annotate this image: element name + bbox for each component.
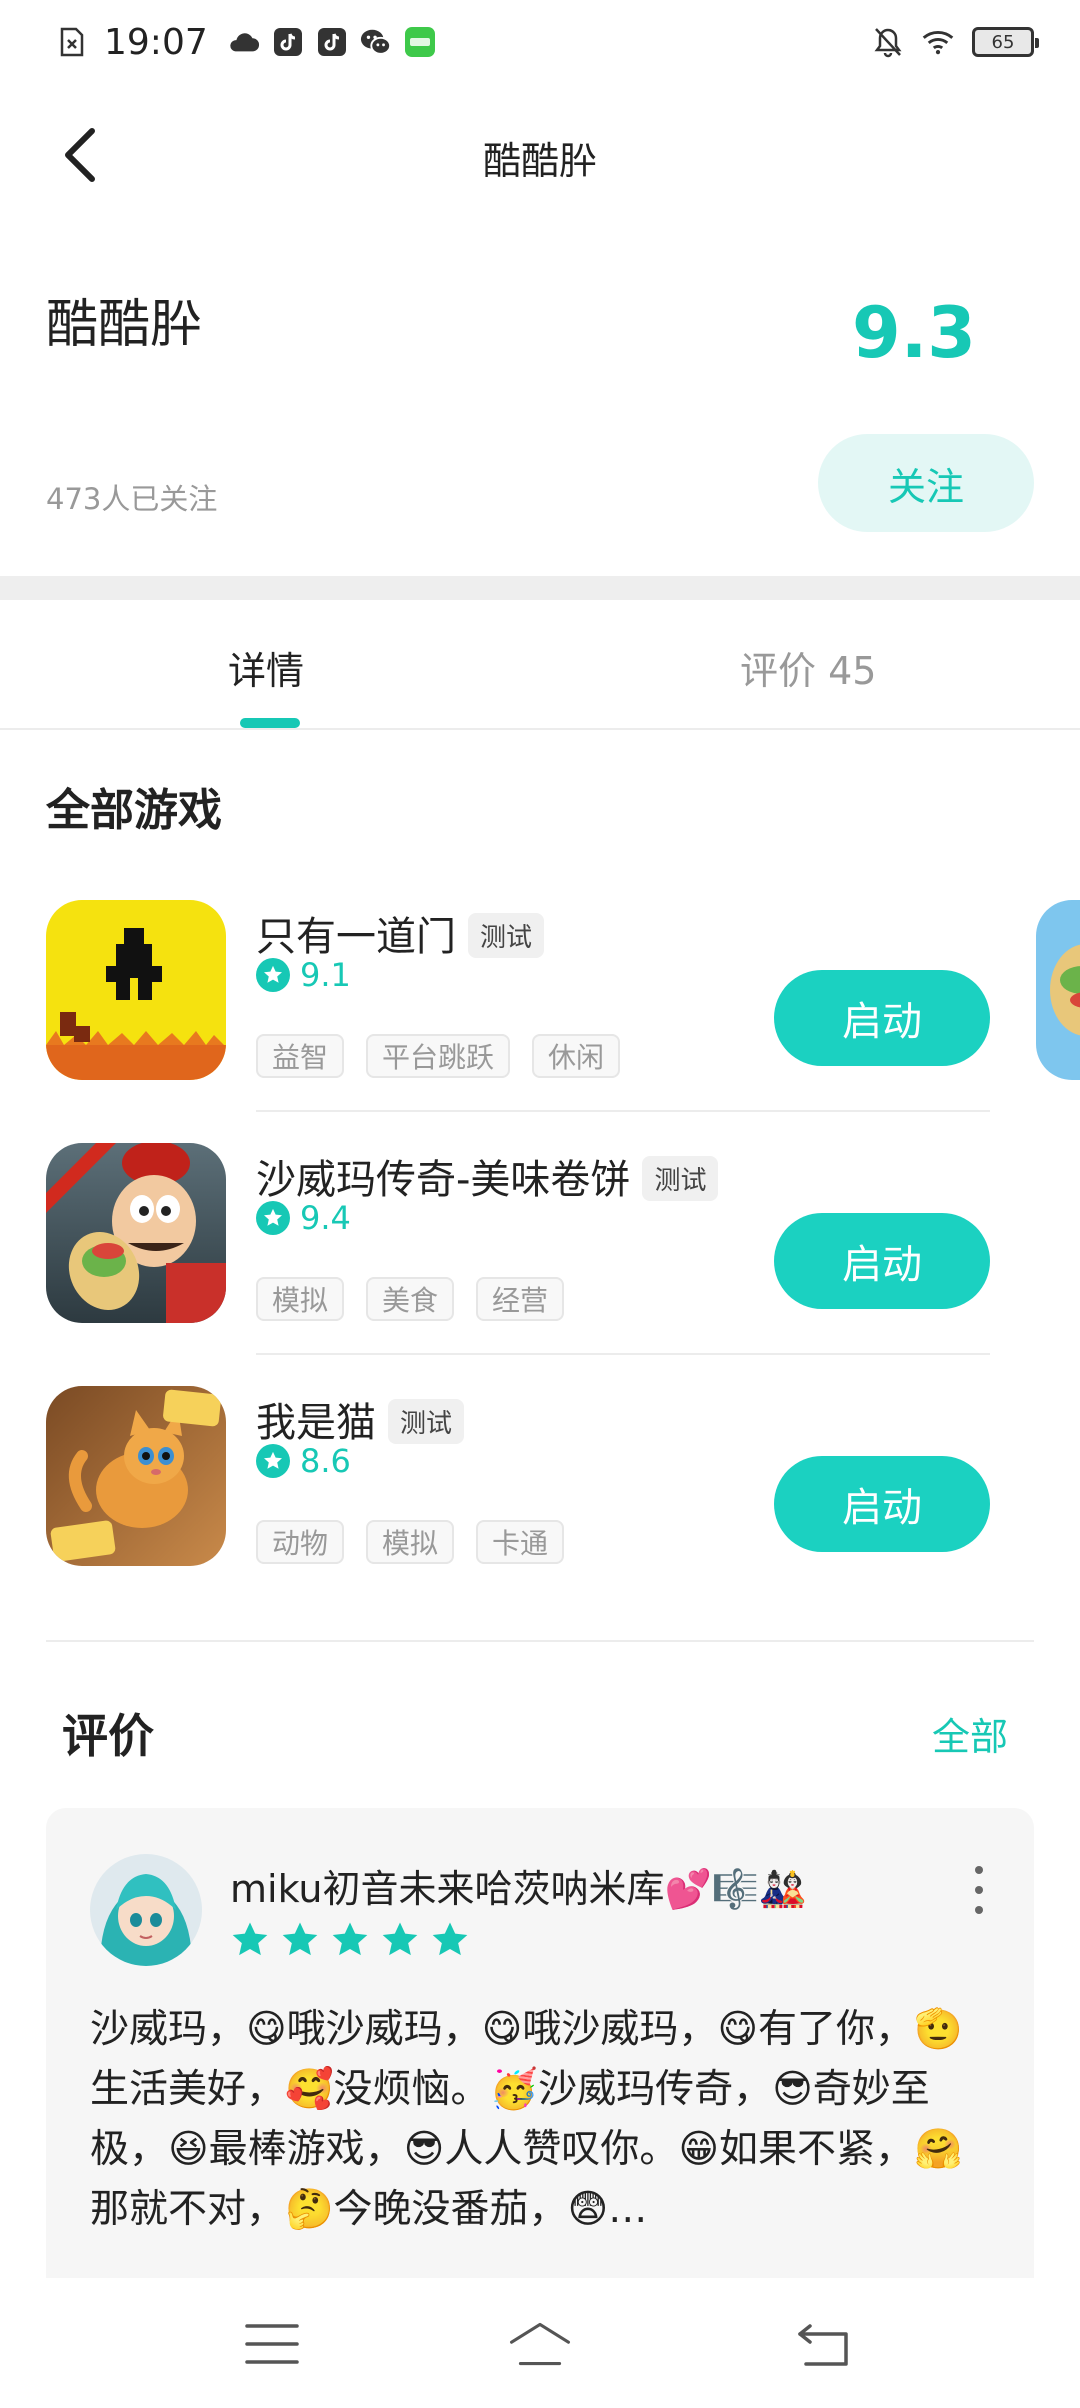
test-badge: 测试: [468, 912, 545, 958]
tab-review-label: 评价: [740, 649, 817, 693]
tab-review[interactable]: 评价 45: [740, 640, 876, 695]
game-name[interactable]: 只有一道门 测试: [256, 904, 545, 962]
row-divider: [256, 1110, 990, 1112]
return-icon: [798, 2324, 848, 2366]
topic-header: 酷酷肸 9.3 473人已关注 关注: [0, 240, 1080, 576]
rating-value: 9.1: [300, 956, 351, 994]
star-icon: [256, 1444, 290, 1478]
menu-button[interactable]: [240, 2312, 304, 2376]
star-icon: [432, 1922, 468, 1956]
game-tag[interactable]: 动物: [256, 1520, 345, 1564]
star-icon: [256, 958, 290, 992]
tiktok-icon: [272, 26, 304, 58]
app-icon: [404, 26, 436, 58]
game-tag[interactable]: 美食: [366, 1277, 455, 1321]
game-tags: 益智 平台跳跃 休闲: [256, 1034, 621, 1078]
game-tags: 动物 模拟 卡通: [256, 1520, 565, 1564]
tab-review-count: 45: [828, 649, 877, 693]
launch-button[interactable]: 启动: [774, 970, 990, 1066]
game-item[interactable]: 沙威玛传奇-美味卷饼 测试 9.4 模拟 美食 经营 启动: [0, 1143, 1080, 1386]
game-tag[interactable]: 休闲: [532, 1034, 621, 1078]
rating-value: 9.4: [300, 1199, 351, 1237]
tab-indicator: [240, 718, 300, 728]
wechat-icon: [360, 26, 392, 58]
tab-detail[interactable]: 详情: [228, 640, 304, 695]
launch-button[interactable]: 启动: [774, 1213, 990, 1309]
game-name-text: 沙威玛传奇-美味卷饼: [256, 1157, 631, 1203]
topic-title: 酷酷肸: [46, 295, 203, 355]
row-divider: [256, 1353, 990, 1355]
followers-count: 473人已关注: [46, 482, 218, 516]
game-name[interactable]: 沙威玛传奇-美味卷饼 测试: [256, 1147, 719, 1205]
review-card[interactable]: miku初音未来哈茨呐米库💕🎼🎎 沙威玛，😋哦沙威玛，😋哦沙威玛，😋有了你，🫡生…: [46, 1808, 1034, 2278]
status-right: 65: [872, 26, 1039, 58]
game-tag[interactable]: 益智: [256, 1034, 345, 1078]
follow-button[interactable]: 关注: [818, 434, 1034, 532]
avatar[interactable]: [90, 1854, 202, 1966]
system-nav-bar: [0, 2278, 1080, 2408]
launch-button[interactable]: 启动: [774, 1456, 990, 1552]
battery-level: 65: [991, 31, 1015, 53]
cloud-icon: [228, 26, 260, 58]
star-icon: [232, 1922, 268, 1956]
tiktok-icon: [316, 26, 348, 58]
star-icon: [282, 1922, 318, 1956]
section-divider: [46, 1640, 1034, 1642]
star-icon: [382, 1922, 418, 1956]
game-rating: 9.1: [256, 956, 351, 994]
game-icon-shawarma[interactable]: [46, 1143, 226, 1323]
next-game-icon[interactable]: [1036, 900, 1080, 1080]
section-divider: [0, 576, 1080, 600]
test-badge: 测试: [388, 1398, 465, 1444]
reviews-all-link[interactable]: 全部: [932, 1706, 1008, 1761]
topic-score: 9.3: [851, 292, 976, 374]
nav-bar: 酷酷肸: [0, 100, 1080, 210]
home-button[interactable]: [508, 2312, 572, 2376]
game-name[interactable]: 我是猫 测试: [256, 1390, 465, 1448]
game-rating: 9.4: [256, 1199, 351, 1237]
reviews-section-title: 评价: [62, 1709, 154, 1763]
test-badge: 测试: [642, 1155, 719, 1201]
rating-value: 8.6: [300, 1442, 351, 1480]
game-tag[interactable]: 模拟: [366, 1520, 455, 1564]
review-text[interactable]: 沙威玛，😋哦沙威玛，😋哦沙威玛，😋有了你，🫡生活美好，🥰没烦恼。🥳沙威玛传奇，😎…: [90, 2000, 1000, 2240]
menu-icon: [245, 2324, 299, 2364]
sim-icon: [56, 26, 88, 58]
mute-icon: [872, 26, 904, 58]
game-item[interactable]: 我是猫 测试 8.6 动物 模拟 卡通 启动: [0, 1386, 1080, 1629]
game-tag[interactable]: 平台跳跃: [366, 1034, 511, 1078]
home-icon: [510, 2322, 570, 2366]
more-options-icon[interactable]: [964, 1866, 994, 1914]
star-icon: [332, 1922, 368, 1956]
star-rating: [230, 1920, 470, 1960]
game-item[interactable]: 只有一道门 测试 9.1 益智 平台跳跃 休闲 启动: [0, 900, 1080, 1143]
reviewer-name[interactable]: miku初音未来哈茨呐米库💕🎼🎎: [230, 1858, 806, 1913]
status-bar: 19:07 65: [0, 0, 1080, 84]
back-nav-button[interactable]: [792, 2312, 856, 2376]
star-icon: [256, 1201, 290, 1235]
games-section-title: 全部游戏: [46, 785, 222, 836]
game-tag[interactable]: 经营: [476, 1277, 565, 1321]
battery-icon: 65: [972, 27, 1039, 57]
game-tags: 模拟 美食 经营: [256, 1277, 565, 1321]
game-icon-door[interactable]: [46, 900, 226, 1080]
game-tag[interactable]: 模拟: [256, 1277, 345, 1321]
wifi-icon: [922, 26, 954, 58]
status-left: 19:07: [56, 22, 436, 63]
tab-bar: 详情 评价 45: [0, 600, 1080, 730]
status-time: 19:07: [104, 21, 208, 63]
game-tag[interactable]: 卡通: [476, 1520, 565, 1564]
game-icon-cat[interactable]: [46, 1386, 226, 1566]
game-rating: 8.6: [256, 1442, 351, 1480]
page-title: 酷酷肸: [482, 139, 597, 183]
game-name-text: 我是猫: [256, 1400, 376, 1446]
game-name-text: 只有一道门: [256, 914, 456, 960]
